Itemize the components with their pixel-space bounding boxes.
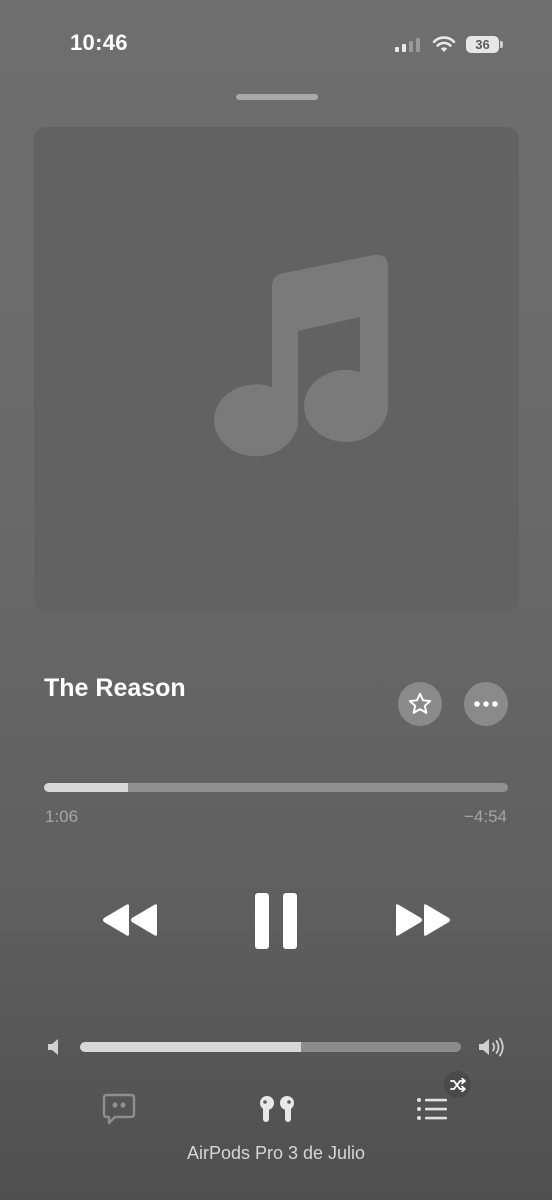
music-note-icon [214,254,388,457]
battery-level: 36 [475,37,490,52]
album-artwork [34,127,519,611]
shuffle-indicator [444,1071,471,1098]
battery-icon: 36 [466,36,504,54]
cellular-signal-icon [395,38,421,52]
volume-low-icon [46,1038,62,1061]
more-options-button[interactable] [464,682,508,726]
favorite-button[interactable] [398,682,442,726]
ellipsis-icon [474,701,498,707]
airpods-icon [260,1096,294,1122]
lyrics-icon [102,1093,136,1125]
elapsed-time: 1:06 [45,807,79,826]
shuffle-icon [449,1077,466,1092]
track-title: The Reason [44,674,186,702]
lyrics-button[interactable] [102,1093,136,1130]
list-icon [417,1098,447,1120]
remaining-time: −4:54 [463,807,507,826]
next-track-button[interactable] [395,903,451,942]
sheet-grabber[interactable] [236,94,318,100]
playback-progress-fill [44,783,128,792]
playback-scrubber[interactable] [44,783,508,792]
output-device-label: AirPods Pro 3 de Julio [186,1143,366,1163]
star-icon [408,692,432,714]
rewind-icon [103,904,157,936]
volume-high-icon [478,1036,506,1063]
fast-forward-icon [396,904,450,936]
pause-icon [255,893,297,949]
wifi-icon [432,35,456,53]
up-next-queue-button[interactable] [416,1096,448,1127]
status-time: 10:46 [70,30,128,55]
volume-fill [80,1042,301,1052]
volume-slider[interactable] [80,1042,461,1052]
pause-button[interactable] [254,892,298,955]
airplay-output-button[interactable] [258,1094,296,1129]
previous-track-button[interactable] [102,903,158,942]
